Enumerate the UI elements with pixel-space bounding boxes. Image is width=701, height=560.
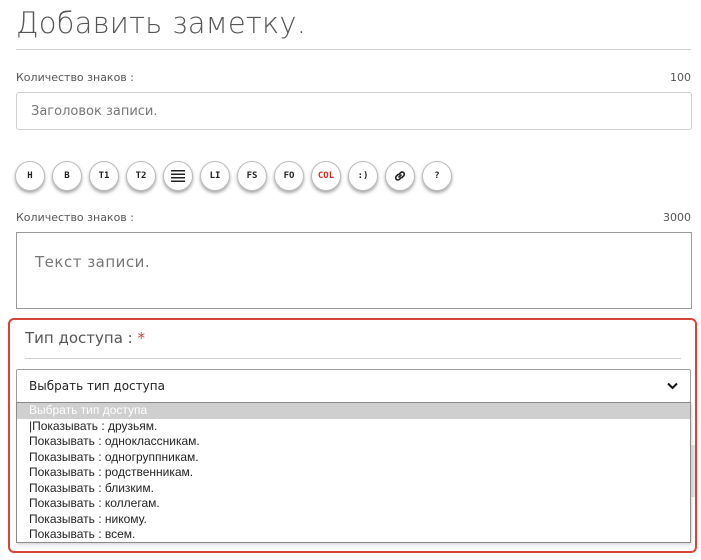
- option-close-ones[interactable]: Показывать : близким.: [17, 481, 690, 497]
- title-divider: [16, 49, 691, 50]
- option-nobody[interactable]: Показывать : никому.: [17, 512, 690, 528]
- access-divider: [25, 358, 681, 359]
- link-icon: [393, 169, 407, 183]
- bold-button[interactable]: B: [52, 161, 82, 191]
- option-everyone[interactable]: Показывать : всем.: [17, 527, 690, 543]
- access-type-dropdown[interactable]: Выбрать тип доступа |Показывать : друзья…: [16, 402, 691, 543]
- title-input[interactable]: Заголовок записи.: [16, 92, 692, 130]
- text-input-placeholder: Текст записи.: [35, 253, 151, 271]
- option-colleagues[interactable]: Показывать : коллегам.: [17, 496, 690, 512]
- text-input[interactable]: Текст записи.: [16, 232, 692, 309]
- title-input-placeholder: Заголовок записи.: [31, 103, 158, 119]
- heading-button[interactable]: H: [15, 161, 45, 191]
- title-counter-label: Количество знаков :: [16, 71, 134, 84]
- align-button[interactable]: [163, 161, 193, 191]
- help-button[interactable]: ?: [422, 161, 452, 191]
- title2-button[interactable]: T2: [126, 161, 156, 191]
- text-counter-label: Количество знаков :: [16, 211, 134, 224]
- title1-button[interactable]: T1: [89, 161, 119, 191]
- color-button[interactable]: COL: [311, 161, 341, 191]
- page-title: Добавить заметку.: [16, 6, 307, 40]
- chevron-down-icon: [667, 379, 678, 393]
- emoji-button[interactable]: :): [348, 161, 378, 191]
- list-item-button[interactable]: LI: [200, 161, 230, 191]
- format-toolbar: H B T1 T2 LI FS FO COL :) ?: [15, 161, 452, 191]
- page-scroll-track: [691, 445, 695, 497]
- font-button[interactable]: FO: [274, 161, 304, 191]
- access-type-selected: Выбрать тип доступа: [29, 379, 165, 393]
- access-type-select[interactable]: Выбрать тип доступа: [16, 369, 691, 403]
- option-classmates[interactable]: Показывать : одноклассникам.: [17, 434, 690, 450]
- access-type-label: Тип доступа : *: [25, 329, 145, 347]
- option-groupmates[interactable]: Показывать : одногруппникам.: [17, 450, 690, 466]
- title-counter-max: 100: [670, 71, 691, 84]
- required-mark: *: [137, 329, 146, 347]
- option-friends[interactable]: |Показывать : друзьям.: [17, 419, 690, 435]
- text-counter-max: 3000: [663, 211, 691, 224]
- link-button[interactable]: [385, 161, 415, 191]
- option-choose-access[interactable]: Выбрать тип доступа: [17, 403, 690, 419]
- option-relatives[interactable]: Показывать : родственникам.: [17, 465, 690, 481]
- align-lines-icon: [171, 170, 185, 182]
- font-size-button[interactable]: FS: [237, 161, 267, 191]
